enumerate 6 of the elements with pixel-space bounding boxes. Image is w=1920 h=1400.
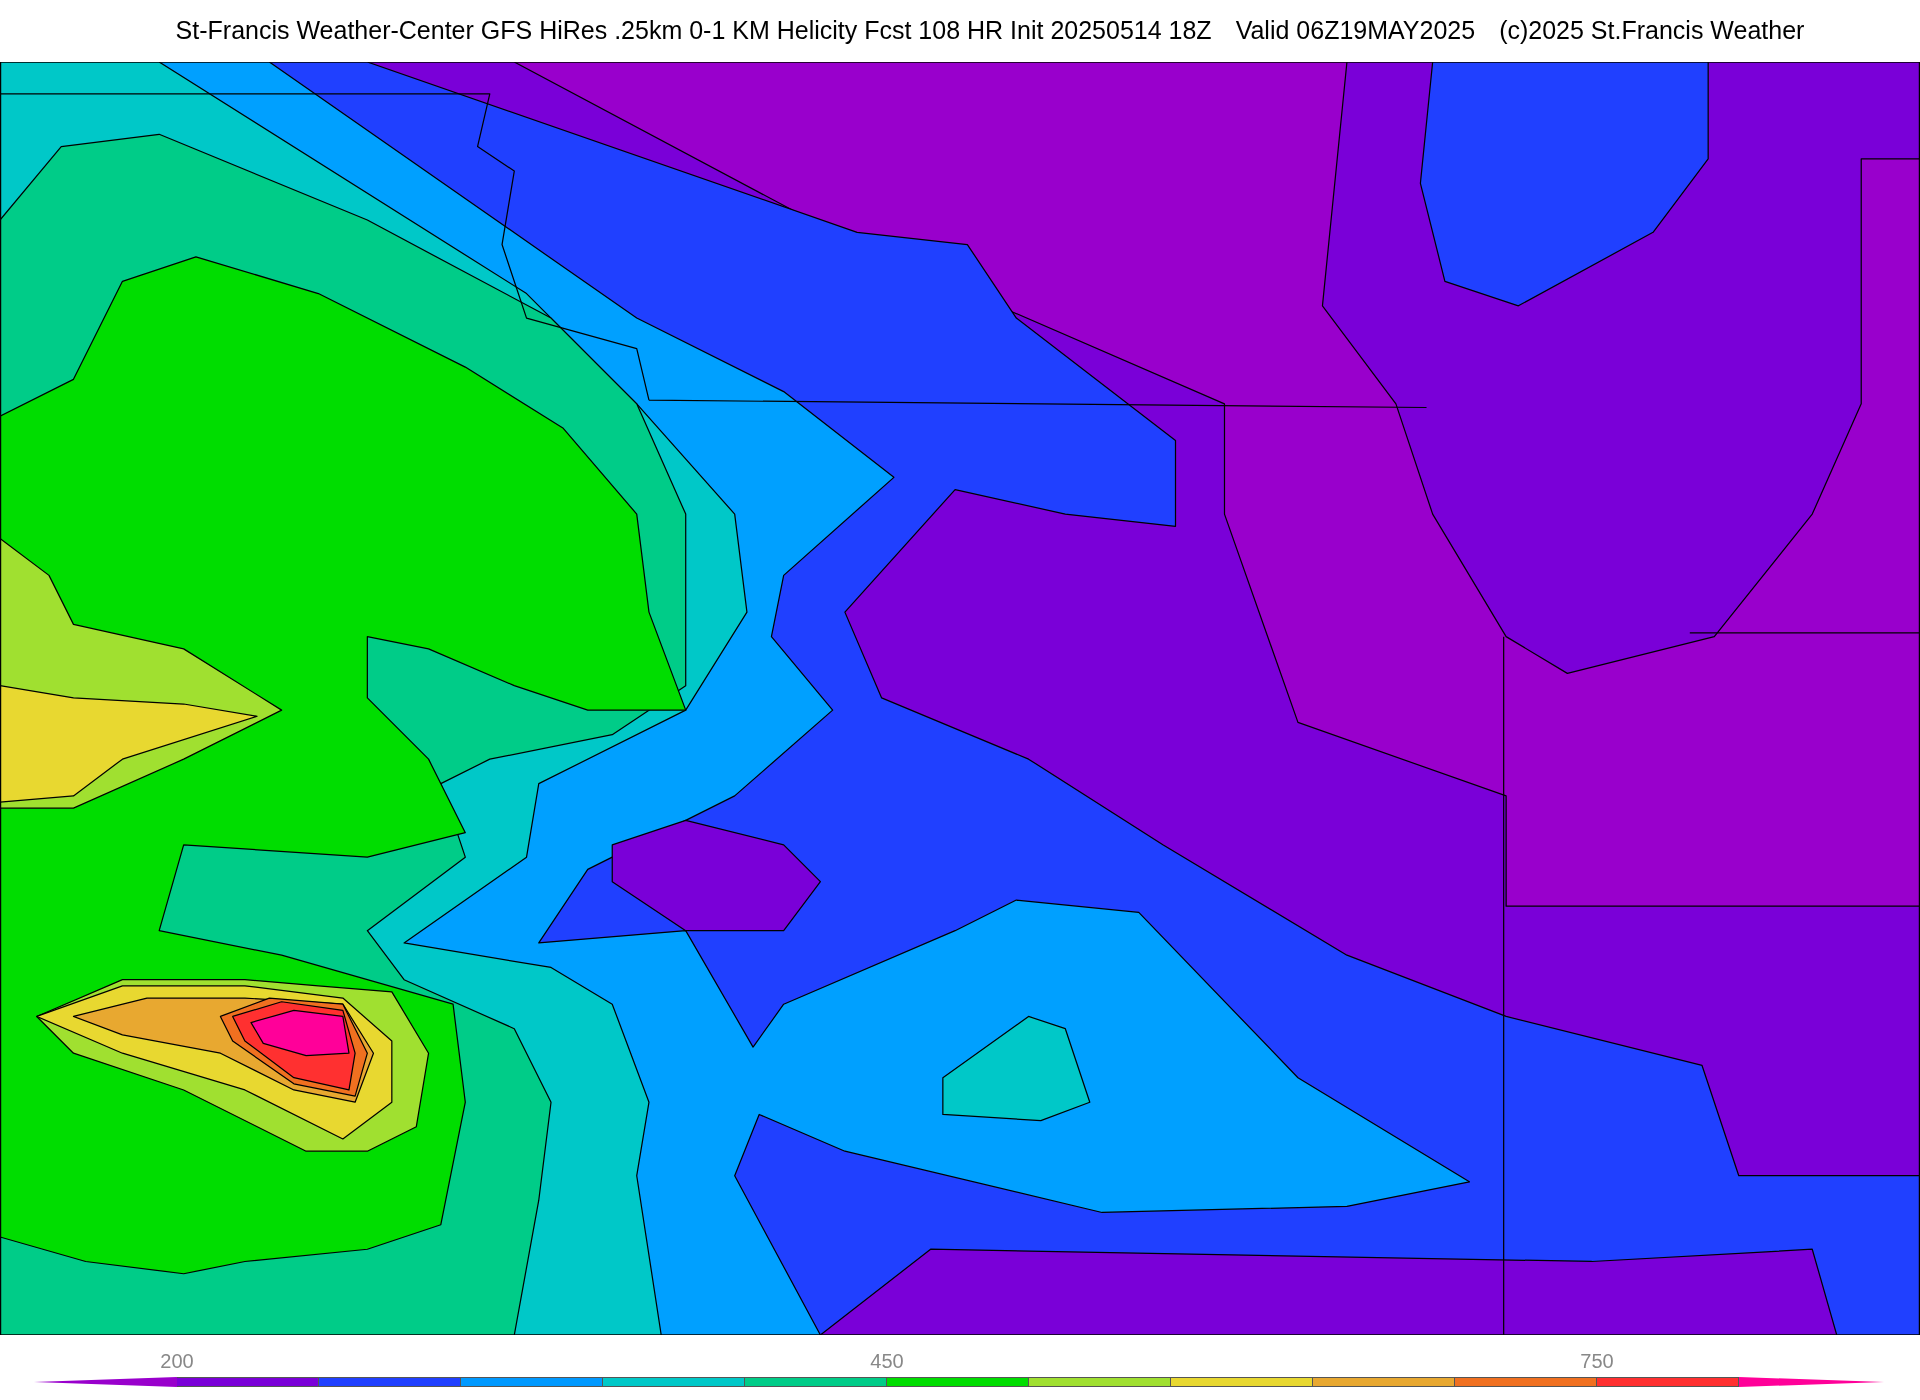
map-title: St-Francis Weather-Center GFS HiRes .25km 0-1 KM Helicity Fcst 108 HR Init 20250514 18Z (175, 15, 1212, 47)
colorbar-label: 200 (160, 1349, 194, 1373)
map-title: (c)2025 St.Francis Weather (1499, 15, 1805, 47)
colorbar-label: 750 (1580, 1349, 1614, 1373)
colorbar-label: 450 (870, 1349, 904, 1373)
map-title: Valid 06Z19MAY2025 (1235, 15, 1476, 47)
